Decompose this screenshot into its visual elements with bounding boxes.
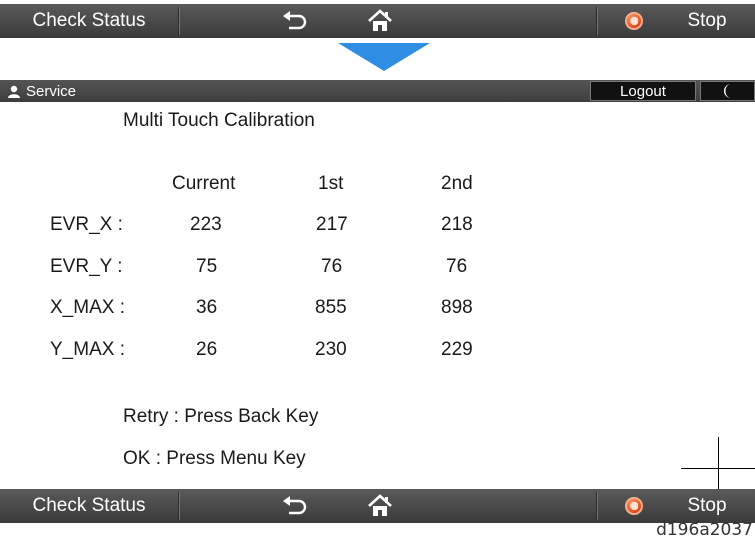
calibration-crosshair[interactable] [718, 437, 719, 489]
stop-icon [625, 497, 644, 515]
value-current: 36 [196, 297, 218, 318]
column-header-current: Current [172, 173, 236, 194]
top-bar: Check Status Stop [0, 4, 755, 38]
page-title: Multi Touch Calibration [123, 110, 315, 131]
value-current: 223 [190, 214, 222, 235]
value-current: 75 [196, 256, 218, 277]
stop-label: Stop [687, 495, 727, 516]
home-icon [368, 494, 392, 516]
value-1st: 230 [315, 339, 347, 360]
energy-saver-button[interactable] [700, 81, 755, 101]
value-current: 26 [196, 339, 218, 360]
check-status-label: Check Status [32, 10, 146, 31]
back-button[interactable] [265, 489, 325, 523]
service-label: Service [26, 82, 77, 100]
back-arrow-icon [283, 496, 307, 515]
stop-button[interactable]: Stop [597, 489, 755, 523]
moon-icon [723, 84, 731, 98]
stop-button[interactable]: Stop [597, 4, 755, 38]
row-label: EVR_Y : [50, 256, 123, 277]
figure-id: d196a2037 [656, 520, 753, 540]
row-label: X_MAX : [50, 297, 125, 318]
row-label: Y_MAX : [50, 339, 125, 360]
retry-instruction: Retry : Press Back Key [123, 406, 319, 427]
value-2nd: 229 [441, 339, 473, 360]
back-arrow-icon [283, 11, 307, 30]
home-button[interactable] [345, 489, 415, 523]
back-button[interactable] [265, 4, 325, 38]
value-1st: 217 [316, 214, 348, 235]
value-2nd: 898 [441, 297, 473, 318]
check-status-label: Check Status [32, 495, 146, 516]
bottom-bar: Check Status Stop [0, 489, 755, 523]
column-header-2nd: 2nd [441, 173, 473, 194]
value-1st: 76 [321, 256, 343, 277]
stop-label: Stop [687, 10, 727, 31]
user-icon [8, 85, 20, 98]
logout-label: Logout [620, 82, 666, 100]
column-header-1st: 1st [318, 173, 344, 194]
value-1st: 855 [315, 297, 347, 318]
check-status-button[interactable]: Check Status [0, 489, 178, 523]
service-mode-indicator: Service [8, 80, 76, 102]
row-label: EVR_X : [50, 214, 123, 235]
divider [178, 7, 179, 35]
scroll-down-arrow-icon[interactable] [338, 43, 430, 71]
value-2nd: 76 [446, 256, 468, 277]
ok-instruction: OK : Press Menu Key [123, 448, 306, 469]
divider [178, 492, 179, 520]
home-icon [368, 9, 392, 31]
home-button[interactable] [345, 4, 415, 38]
stop-icon [625, 12, 644, 30]
check-status-button[interactable]: Check Status [0, 4, 178, 38]
service-bar: Service Logout [0, 80, 755, 102]
value-2nd: 218 [441, 214, 473, 235]
logout-button[interactable]: Logout [590, 81, 696, 101]
